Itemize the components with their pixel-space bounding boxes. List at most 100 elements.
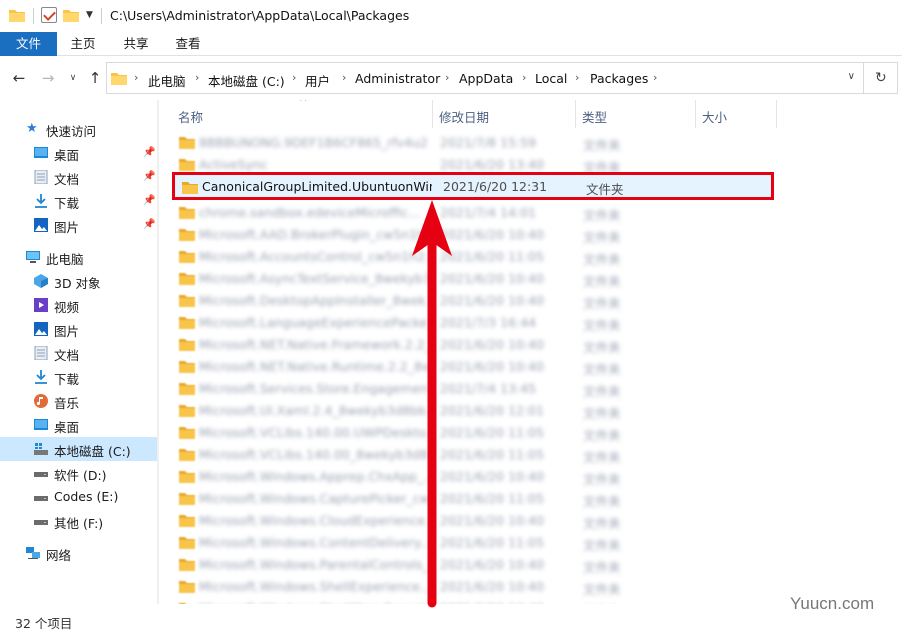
file-type: 文件夹: [583, 538, 621, 553]
breadcrumb-appdata[interactable]: AppData: [459, 71, 513, 86]
table-row[interactable]: Microsoft.VCLibs.140.00_8wekyb3d8b... 202…: [170, 444, 770, 466]
sidebar-item-downloads[interactable]: 下载 📌: [0, 189, 157, 213]
breadcrumb-chevron-icon[interactable]: ›: [292, 71, 296, 84]
table-row[interactable]: Microsoft.Windows.ShellExperience... 2021…: [170, 576, 770, 598]
sidebar-scrollbar[interactable]: [157, 100, 159, 604]
table-row[interactable]: Microsoft.NET.Native.Framework.2.2_... 20…: [170, 334, 770, 356]
column-name[interactable]: 名称: [178, 107, 203, 126]
breadcrumb-chevron-icon[interactable]: ›: [445, 71, 449, 84]
sidebar-item-label: 3D 对象: [54, 276, 101, 291]
table-row[interactable]: Microsoft.Services.Store.Engagement... 20…: [170, 378, 770, 400]
computer-icon: [26, 251, 40, 263]
sidebar-item-drive-c[interactable]: 本地磁盘 (C:): [0, 437, 157, 461]
breadcrumb-chevron-icon[interactable]: ›: [195, 71, 199, 84]
column-type[interactable]: 类型: [582, 107, 607, 126]
pin-icon[interactable]: 📌: [143, 147, 155, 158]
tab-home[interactable]: 主页: [62, 32, 104, 56]
folder-icon[interactable]: [9, 9, 25, 22]
table-row[interactable]: Microsoft.UI.Xaml.2.4_8wekyb3d8bb... 2021…: [170, 400, 770, 422]
table-row[interactable]: Microsoft.DesktopAppInstaller_8wek... 202…: [170, 290, 770, 312]
refresh-button[interactable]: ↻: [864, 62, 898, 94]
file-name: Microsoft.UI.Xaml.2.4_8wekyb3d8bb...: [199, 403, 429, 418]
file-name: Microsoft.Windows.CapturePicker_cw...: [199, 491, 429, 506]
table-row[interactable]: Microsoft.Windows.CapturePicker_cw... 202…: [170, 488, 770, 510]
table-row[interactable]: Microsoft.AccountsControl_cw5n1h2... 2021…: [170, 246, 770, 268]
folder-icon: [179, 361, 195, 373]
customize-toolbar-chevron-icon[interactable]: ▼: [86, 10, 93, 20]
sidebar-item-quick-access[interactable]: ★ 快速访问: [0, 117, 157, 141]
column-divider[interactable]: [776, 100, 777, 128]
desktop-icon: [34, 419, 48, 430]
sidebar-item-downloads-pc[interactable]: 下载: [0, 365, 157, 389]
breadcrumb-this-pc[interactable]: 此电脑: [148, 71, 186, 90]
pin-icon[interactable]: 📌: [143, 195, 155, 206]
breadcrumb-local-disk[interactable]: 本地磁盘 (C:): [208, 71, 285, 90]
tab-file[interactable]: 文件: [0, 32, 57, 56]
table-row[interactable]: Microsoft.Windows.StartMenuExperi... 2021…: [170, 598, 770, 604]
column-date-modified[interactable]: 修改日期: [439, 107, 489, 126]
forward-arrow-icon[interactable]: →: [39, 69, 57, 87]
breadcrumb-users[interactable]: 用户: [305, 71, 330, 90]
sidebar-item-label: 软件 (D:): [54, 468, 107, 483]
table-row[interactable]: Microsoft.Windows.Apprep.ChxApp_... 2021/…: [170, 466, 770, 488]
table-row[interactable]: Microsoft.Windows.ParentalControls_... 20…: [170, 554, 770, 576]
breadcrumb-chevron-icon[interactable]: ›: [575, 71, 579, 84]
table-row[interactable]: Microsoft.VCLibs.140.00.UWPDeskto... 2021…: [170, 422, 770, 444]
sidebar-item-pictures[interactable]: 图片 📌: [0, 213, 157, 237]
sidebar-item-drive-f[interactable]: 其他 (F:): [0, 509, 157, 533]
table-row[interactable]: Microsoft.Windows.CloudExperience... 2021…: [170, 510, 770, 532]
sidebar-item-videos[interactable]: 视频: [0, 293, 157, 317]
sidebar-item-desktop[interactable]: 桌面 📌: [0, 141, 157, 165]
sidebar-item-label: 此电脑: [46, 252, 84, 267]
tab-share[interactable]: 共享: [115, 32, 157, 56]
column-divider[interactable]: [695, 100, 696, 128]
table-row[interactable]: Microsoft.LanguageExperiencePacke... 2021…: [170, 312, 770, 334]
table-row[interactable]: chrome.sandbox.edeviceMicroffic... 2021/7…: [170, 202, 770, 224]
up-arrow-icon[interactable]: ↑: [86, 69, 104, 87]
folder-icon: [179, 273, 195, 285]
sidebar-item-documents[interactable]: 文档 📌: [0, 165, 157, 189]
breadcrumb-chevron-icon[interactable]: ›: [522, 71, 526, 84]
sidebar-item-desktop-pc[interactable]: 桌面: [0, 413, 157, 437]
sidebar-item-label: Codes (E:): [54, 489, 119, 504]
file-name: Microsoft.NET.Native.Framework.2.2_...: [199, 337, 429, 352]
tab-view[interactable]: 查看: [167, 32, 209, 56]
table-row[interactable]: Microsoft.NET.Native.Runtime.2.2_8w... 20…: [170, 356, 770, 378]
column-divider[interactable]: [575, 100, 576, 128]
column-size[interactable]: 大小: [702, 107, 727, 126]
folder-icon: [179, 471, 195, 483]
sidebar-item-music[interactable]: 音乐: [0, 389, 157, 413]
sidebar-item-3d-objects[interactable]: 3D 对象: [0, 269, 157, 293]
back-arrow-icon[interactable]: ←: [10, 69, 28, 87]
sidebar-item-network[interactable]: 网络: [0, 541, 157, 565]
recent-locations-chevron-icon[interactable]: ∨: [64, 69, 82, 87]
pin-icon[interactable]: 📌: [143, 171, 155, 182]
breadcrumb-chevron-icon[interactable]: ›: [342, 71, 346, 84]
breadcrumb-chevron-icon[interactable]: ›: [134, 71, 138, 84]
table-row[interactable]: Microsoft.AAD.BrokerPlugin_cw5n1h2... 202…: [170, 224, 770, 246]
sidebar-item-drive-d[interactable]: 软件 (D:): [0, 461, 157, 485]
file-date-modified: 2021/6/20 12:01: [440, 403, 545, 418]
table-row[interactable]: Microsoft.AsyncTextService_8wekyb3... 202…: [170, 268, 770, 290]
folder-icon: [179, 427, 195, 439]
folder-icon: [179, 449, 195, 461]
sidebar-item-pictures-pc[interactable]: 图片: [0, 317, 157, 341]
address-bar[interactable]: › 此电脑 › 本地磁盘 (C:) › 用户 › Administrator ›…: [106, 62, 864, 94]
sidebar-item-label: 下载: [54, 372, 80, 387]
table-row[interactable]: Microsoft.Windows.ContentDelivery... 2021…: [170, 532, 770, 554]
pin-icon[interactable]: 📌: [143, 219, 155, 230]
breadcrumb-local[interactable]: Local: [535, 71, 567, 86]
sidebar-item-this-pc[interactable]: 此电脑: [0, 245, 157, 269]
table-row[interactable]: 8BBBUNONG.9DEF1B6CF865_rfv4u2... 2021/7/8…: [170, 132, 770, 154]
address-history-chevron-icon[interactable]: ∨: [848, 71, 855, 82]
breadcrumb-chevron-icon[interactable]: ›: [653, 71, 657, 84]
breadcrumb-administrator[interactable]: Administrator: [355, 71, 440, 86]
breadcrumb-packages[interactable]: Packages: [590, 71, 648, 86]
file-type: 文件夹: [583, 560, 621, 575]
sidebar-item-drive-e[interactable]: Codes (E:): [0, 485, 157, 509]
properties-icon[interactable]: [41, 7, 57, 23]
new-folder-icon[interactable]: [63, 9, 79, 22]
sidebar-item-documents-pc[interactable]: 文档: [0, 341, 157, 365]
column-divider[interactable]: [432, 100, 433, 128]
highlighted-file-row[interactable]: CanonicalGroupLimited.UbuntuonWin... 202…: [172, 172, 774, 200]
